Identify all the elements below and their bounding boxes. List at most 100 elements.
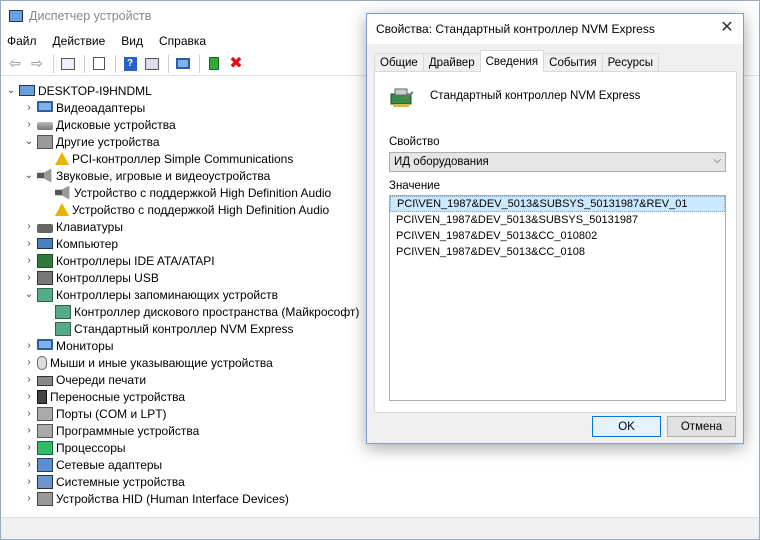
back-button[interactable]: ⇦ [5, 54, 25, 74]
tab-events[interactable]: События [543, 53, 603, 72]
tab-driver[interactable]: Драйвер [422, 53, 481, 72]
tree-item[interactable]: › Сетевые адаптеры [23, 456, 162, 473]
expand-chevron-icon[interactable]: › [23, 337, 35, 354]
tree-item-label: Устройства HID (Human Interface Devices) [56, 491, 289, 506]
tree-item[interactable]: › Клавиатуры [23, 218, 123, 235]
expand-chevron-icon[interactable]: › [23, 269, 35, 286]
tree-item[interactable]: ⌄ Другие устройства [23, 133, 160, 150]
tab-general[interactable]: Общие [374, 53, 424, 72]
properties-button[interactable] [58, 54, 78, 74]
tree-item[interactable]: › Программные устройства [23, 422, 199, 439]
back-icon: ⇦ [9, 55, 21, 71]
tree-item-label: Видеоадаптеры [56, 100, 146, 115]
tree-item[interactable]: › Очереди печати [23, 371, 146, 388]
expand-chevron-icon[interactable]: › [23, 218, 35, 235]
usb-controller-icon [37, 270, 53, 285]
ok-button[interactable]: OK [592, 416, 661, 437]
expand-chevron-icon[interactable]: › [23, 422, 35, 439]
speaker-icon [37, 168, 52, 183]
display-adapter-icon [37, 101, 53, 112]
tree-item[interactable]: › Системные устройства [23, 473, 185, 490]
uninstall-button[interactable]: ✖ [226, 54, 246, 74]
chevron-down-icon: ⌵ [713, 155, 721, 166]
collapse-chevron-icon[interactable]: ⌄ [23, 286, 35, 303]
tree-item[interactable]: › Контроллеры IDE ATA/ATAPI [23, 252, 215, 269]
expand-chevron-icon[interactable]: › [23, 116, 35, 133]
expand-chevron-icon[interactable]: › [23, 371, 35, 388]
expand-chevron-icon[interactable]: › [23, 473, 35, 490]
tab-details[interactable]: Сведения [479, 50, 545, 72]
forward-button[interactable]: ⇨ [27, 54, 47, 74]
expand-chevron-icon[interactable]: › [23, 388, 35, 405]
tree-item[interactable]: › Компьютер [23, 235, 118, 252]
tree-item-label: Устройство с поддержкой High Definition … [72, 202, 330, 217]
toolbar-separator [168, 54, 169, 73]
menu-view[interactable]: Вид [121, 34, 143, 48]
tree-item[interactable]: Устройство с поддержкой High Definition … [41, 184, 331, 201]
toolbar-separator [53, 54, 54, 73]
action-view-button[interactable] [142, 54, 162, 74]
dialog-title-bar: Свойства: Стандартный контроллер NVM Exp… [367, 14, 743, 44]
menu-file[interactable]: Файл [7, 34, 37, 48]
expand-chevron-icon[interactable]: › [23, 235, 35, 252]
tree-item[interactable]: Устройство с поддержкой High Definition … [41, 201, 329, 218]
help-icon: ? [123, 56, 137, 71]
expand-chevron-icon[interactable]: › [23, 354, 35, 371]
help-button[interactable]: ? [120, 54, 140, 74]
expand-chevron-icon[interactable]: › [23, 490, 35, 507]
toolbar-separator [199, 54, 200, 73]
property-dropdown[interactable]: ИД оборудования ⌵ [389, 152, 726, 172]
expand-chevron-icon[interactable]: › [23, 99, 35, 116]
show-hidden-button[interactable] [89, 54, 109, 74]
value-list-item[interactable]: PCI\VEN_1987&DEV_5013&SUBSYS_50131987&RE… [390, 196, 725, 212]
speaker-icon [55, 185, 70, 200]
tree-item-label: Звуковые, игровые и видеоустройства [56, 168, 271, 183]
cancel-button[interactable]: Отмена [667, 416, 736, 437]
properties-icon [61, 57, 75, 70]
tree-item[interactable]: Стандартный контроллер NVM Express [41, 320, 294, 337]
tree-item-label: Компьютер [56, 236, 119, 251]
collapse-chevron-icon[interactable]: ⌄ [23, 133, 35, 150]
value-listbox[interactable]: PCI\VEN_1987&DEV_5013&SUBSYS_50131987&RE… [389, 195, 726, 401]
tree-item[interactable]: › Порты (COM и LPT) [23, 405, 167, 422]
mouse-icon [37, 355, 47, 370]
value-list-item[interactable]: PCI\VEN_1987&DEV_5013&SUBSYS_50131987 [390, 212, 725, 228]
tree-item[interactable]: › Устройства HID (Human Interface Devices… [23, 490, 289, 507]
expand-chevron-icon[interactable]: › [23, 405, 35, 422]
tree-item[interactable]: PCI-контроллер Simple Communications [41, 150, 293, 167]
expand-chevron-icon[interactable]: › [23, 456, 35, 473]
collapse-chevron-icon[interactable]: ⌄ [23, 167, 35, 184]
close-icon[interactable]: ✕ [719, 20, 735, 36]
expand-chevron-icon[interactable]: › [23, 252, 35, 269]
scan-hardware-button[interactable] [173, 54, 193, 74]
tree-item-label: Переносные устройства [50, 389, 186, 404]
tree-item[interactable]: › Процессоры [23, 439, 126, 456]
tree-item[interactable]: › Видеоадаптеры [23, 99, 145, 116]
value-list-item[interactable]: PCI\VEN_1987&DEV_5013&CC_010802 [390, 228, 725, 244]
tree-item[interactable]: Контроллер дискового пространства (Майкр… [41, 303, 359, 320]
expand-chevron-icon[interactable]: › [23, 439, 35, 456]
hid-icon [37, 491, 53, 506]
tree-item[interactable]: › Мыши и иные указывающие устройства [23, 354, 273, 371]
tree-item[interactable]: › Переносные устройства [23, 388, 185, 405]
tree-root[interactable]: ⌄ DESKTOP-I9HNDML [5, 82, 152, 99]
menu-help[interactable]: Справка [159, 34, 206, 48]
tree-root-label: DESKTOP-I9HNDML [38, 83, 152, 98]
tab-resources[interactable]: Ресурсы [601, 53, 659, 72]
menu-action[interactable]: Действие [53, 34, 106, 48]
tree-item-label: Другие устройства [56, 134, 160, 149]
value-list-item[interactable]: PCI\VEN_1987&DEV_5013&CC_0108 [390, 244, 725, 260]
tree-item[interactable]: › Мониторы [23, 337, 113, 354]
tree-item[interactable]: › Дисковые устройства [23, 116, 175, 133]
update-driver-button[interactable] [204, 54, 224, 74]
collapse-chevron-icon[interactable]: ⌄ [5, 82, 17, 99]
tree-item-label: Мыши и иные указывающие устройства [50, 355, 273, 370]
tree-item[interactable]: ⌄ Звуковые, игровые и видеоустройства [23, 167, 270, 184]
tree-item[interactable]: › Контроллеры USB [23, 269, 159, 286]
ide-controller-icon [37, 253, 53, 268]
tree-item[interactable]: ⌄ Контроллеры запоминающих устройств [23, 286, 278, 303]
